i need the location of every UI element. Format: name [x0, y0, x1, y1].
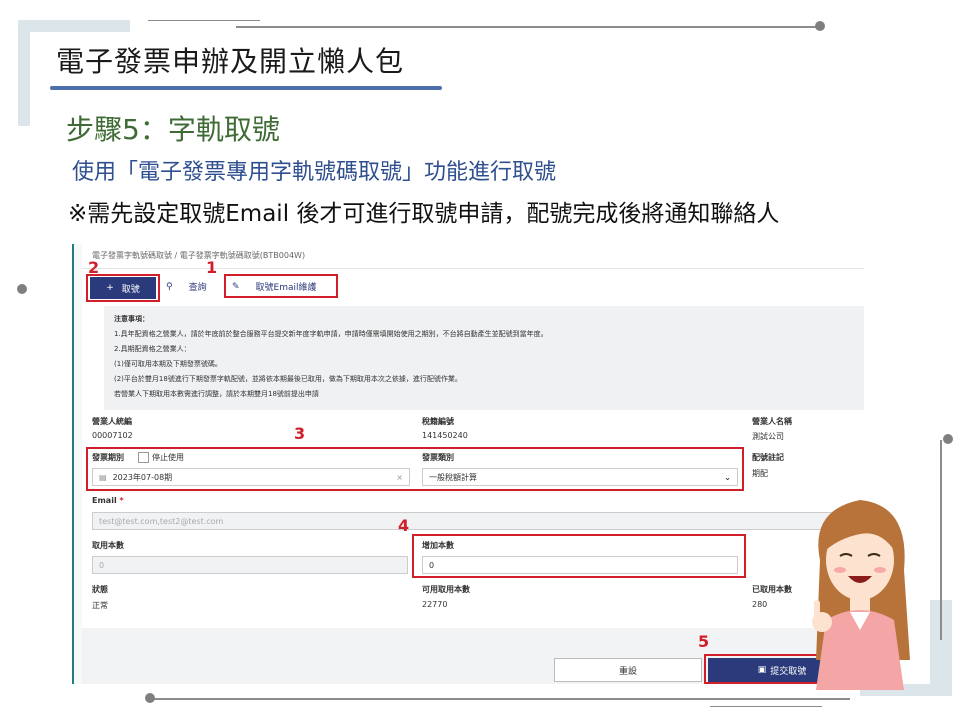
slide-title: 電子發票申辦及開立懶人包 [56, 45, 405, 78]
mascot-illustration [812, 500, 910, 690]
notice-line: 注意事項： [114, 315, 149, 323]
email-label: Email * [92, 496, 124, 505]
instruction-line: 使用「電子發票專用字軌號碼取號」功能進行取號 [72, 160, 557, 185]
divider-dot [17, 284, 27, 294]
biz-id-label: 營業人統編 [92, 417, 132, 426]
highlight-box [224, 274, 338, 298]
divider-dot [145, 693, 155, 703]
chevron-down-icon: ⌄ [724, 472, 731, 482]
stop-use-checkbox[interactable] [138, 452, 149, 463]
period-label: 發票期別 [92, 453, 124, 462]
add-count-value: 0 [429, 560, 435, 570]
reset-button[interactable]: 重設 [554, 658, 702, 682]
period-value: 2023年07-08期 [112, 472, 173, 482]
marker-3: 3 [294, 424, 306, 443]
biz-name-value: 測試公司 [752, 432, 784, 441]
tax-id-label: 稅籍編號 [422, 417, 454, 426]
note-label: 配號註記 [752, 453, 784, 462]
type-value: 一般稅額計算 [429, 472, 477, 482]
avail-count-label: 可用取用本數 [422, 585, 470, 594]
marker-2: 2 [88, 258, 100, 277]
query-button[interactable]: ⚲ 查詢 [166, 280, 207, 294]
avail-count-value: 22770 [422, 600, 448, 609]
divider [710, 706, 822, 707]
type-select[interactable]: 一般稅額計算 ⌄ [422, 468, 738, 486]
marker-5: 5 [698, 632, 710, 651]
calendar-icon: ▤ [99, 472, 107, 482]
note-value: 期配 [752, 469, 768, 478]
period-select[interactable]: ▤ 2023年07-08期 × [92, 468, 410, 486]
stop-use-label: 停止使用 [152, 453, 184, 462]
notice-line: (2)平台於雙月18號進行下期發票字軌配號，並將依本期最後已取用，做為下期取用本… [114, 375, 462, 383]
corner-decoration [18, 20, 130, 32]
taken-count-value: 280 [752, 600, 768, 609]
notice-panel: 注意事項： 1.具年配資格之營業人，請於年底前於整合服務平台提交新年度字軌申請，… [104, 306, 864, 410]
reset-label: 重設 [618, 666, 637, 677]
add-count-field[interactable]: 0 [422, 556, 738, 574]
divider [150, 698, 850, 700]
divider [236, 26, 822, 28]
divider [940, 440, 942, 640]
type-label: 發票類別 [422, 453, 454, 462]
search-icon: ⚲ [166, 281, 173, 292]
breadcrumb: 電子發票字軌號碼取號 / 電子發票字軌號碼取號(BTB004W) [92, 251, 306, 260]
biz-id-value: 00007102 [92, 431, 133, 440]
take-count-field[interactable]: 0 [92, 556, 408, 574]
tax-id-value: 141450240 [422, 431, 468, 440]
divider [82, 268, 864, 269]
title-underline [50, 86, 442, 90]
taken-count-label: 已取用本數 [752, 585, 792, 594]
notice-line: 2.具期配資格之營業人： [114, 345, 191, 353]
clear-icon[interactable]: × [396, 473, 403, 482]
status-label: 狀態 [92, 585, 108, 594]
corner-decoration [18, 20, 30, 126]
take-count-value: 0 [99, 560, 105, 570]
notice-line: 若營業人下期取用本數需進行調整，請於本期雙月18號前提出申請 [114, 390, 319, 398]
biz-name-label: 營業人名稱 [752, 417, 792, 426]
marker-1: 1 [206, 258, 218, 277]
email-field[interactable]: test@test.com,test2@test.com [92, 512, 864, 530]
step-heading: 步驟5：字軌取號 [66, 113, 280, 146]
status-value: 正常 [92, 601, 108, 610]
query-label: 查詢 [188, 283, 207, 293]
highlight-box [86, 274, 160, 302]
email-placeholder: test@test.com,test2@test.com [99, 516, 224, 526]
divider-dot [943, 434, 953, 444]
notice-line: (1)僅可取用本期及下期發票號碼。 [114, 360, 222, 368]
marker-4: 4 [398, 516, 410, 535]
note-line: ※需先設定取號Email 後才可進行取號申請，配號完成後將通知聯絡人 [68, 201, 780, 227]
app-screenshot: 電子發票字軌號碼取號 / 電子發票字軌號碼取號(BTB004W) + 取號 2 … [72, 244, 864, 684]
add-count-label: 增加本數 [422, 541, 454, 550]
divider [148, 20, 260, 21]
divider-dot [815, 21, 825, 31]
notice-line: 1.具年配資格之營業人，請於年底前於整合服務平台提交新年度字軌申請，申請時僅需填… [114, 330, 548, 338]
take-count-label: 取用本數 [92, 541, 124, 550]
